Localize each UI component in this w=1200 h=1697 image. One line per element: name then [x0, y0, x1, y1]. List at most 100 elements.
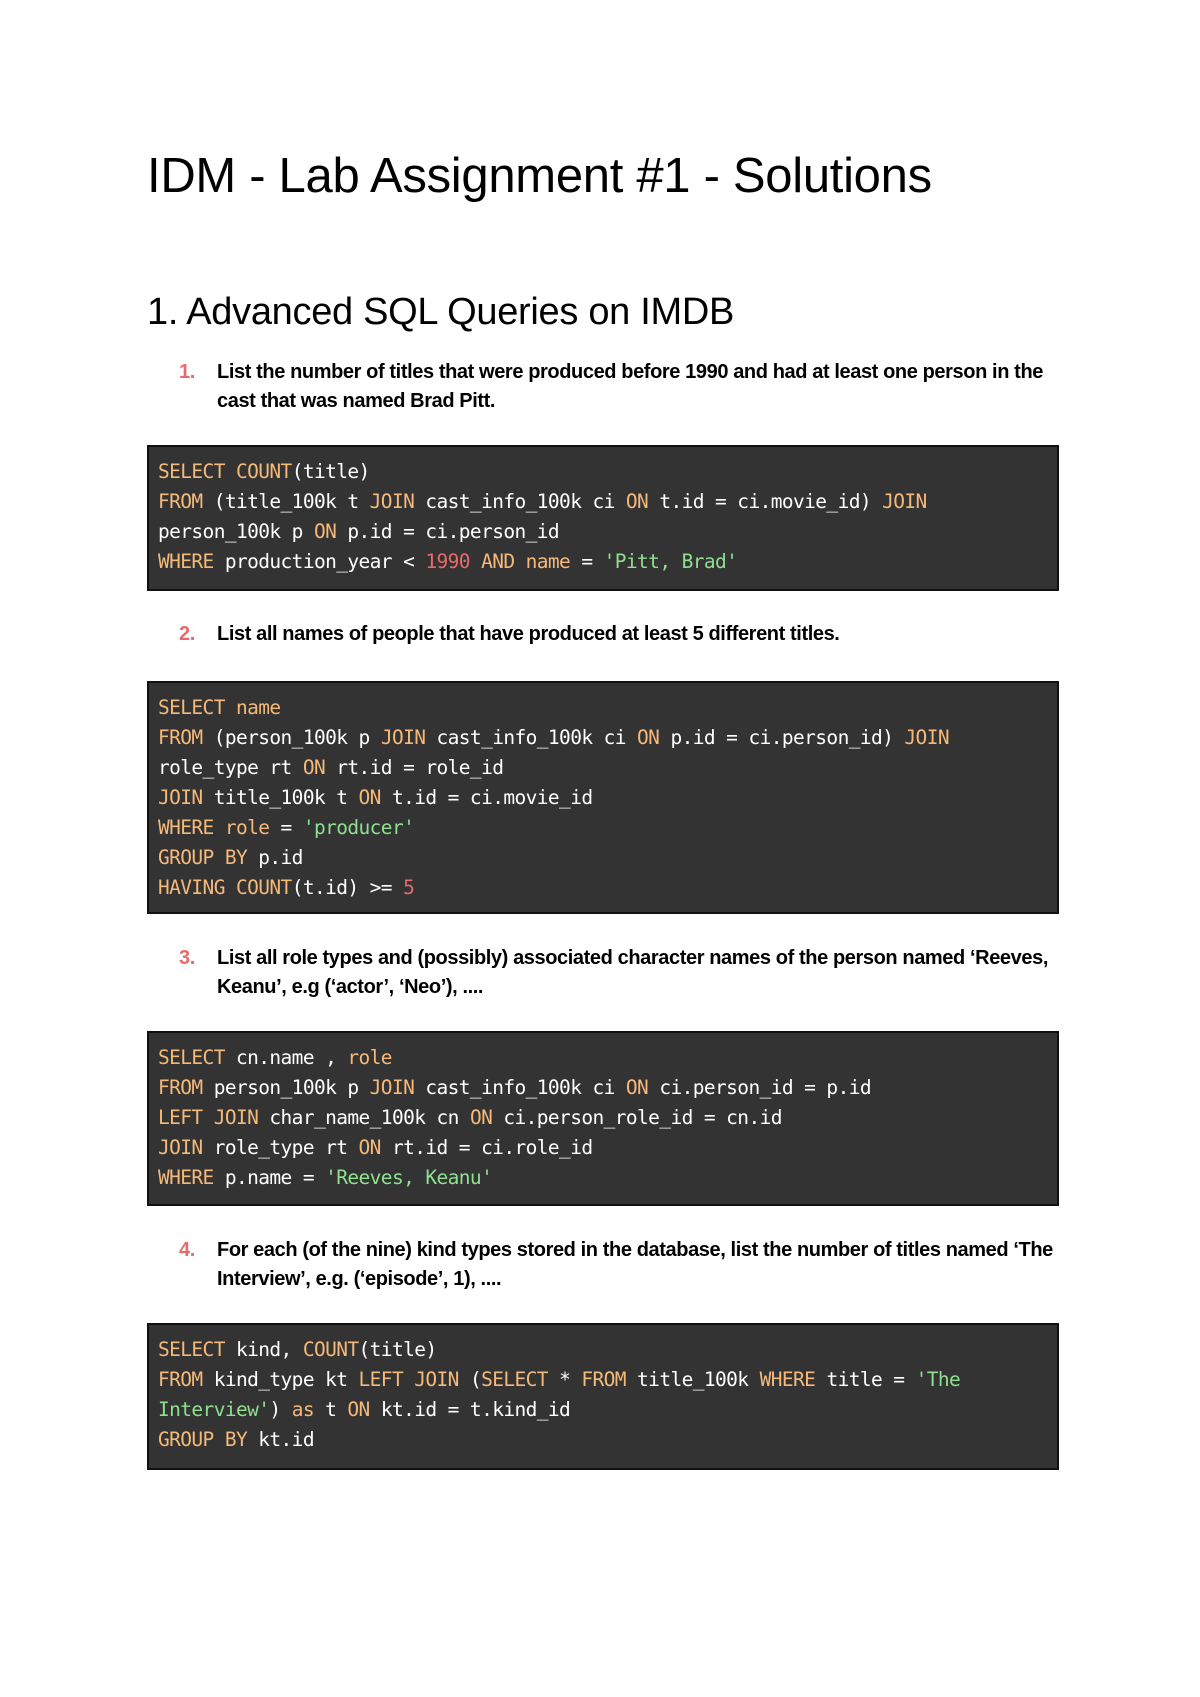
- sql-keyword: COUNT: [302, 1338, 359, 1361]
- question-1: 1. List the number of titles that were p…: [179, 358, 1059, 416]
- section-title: 1. Advanced SQL Queries on IMDB: [147, 291, 735, 333]
- sql-text: person_100k p: [213, 1076, 370, 1099]
- sql-text: title_100k: [637, 1368, 760, 1391]
- document-title: IDM - Lab Assignment #1 - Solutions: [147, 149, 932, 203]
- sql-keyword: HAVING: [158, 876, 236, 899]
- code-line: person_100k p ON p.id = ci.person_id: [158, 517, 1048, 547]
- sql-keyword: COUNT: [235, 460, 292, 483]
- question-2: 2. List all names of people that have pr…: [179, 620, 1059, 649]
- sql-keyword: ON: [637, 726, 671, 749]
- sql-text: t.id = ci.movie_id: [391, 786, 593, 809]
- sql-text: production_year <: [224, 550, 426, 573]
- sql-keyword: ON: [625, 490, 660, 513]
- sql-string: 'producer': [302, 816, 415, 839]
- code-line: WHERE production_year < 1990 AND name = …: [158, 547, 1048, 577]
- sql-keyword: WHERE: [158, 1166, 225, 1189]
- sql-text: (: [469, 1368, 482, 1391]
- question-3: 3. List all role types and (possibly) as…: [179, 944, 1059, 1002]
- sql-text: (title): [358, 1338, 438, 1361]
- question-4: 4. For each (of the nine) kind types sto…: [179, 1236, 1059, 1294]
- question-text: List all names of people that have produ…: [217, 623, 840, 645]
- sql-keyword: AND: [481, 550, 526, 573]
- sql-keyword: ON: [347, 1398, 381, 1421]
- code-line: role_type rt ON rt.id = role_id: [158, 753, 1048, 783]
- sql-text: ci.person_role_id = cn.id: [503, 1106, 782, 1129]
- sql-keyword: JOIN: [882, 490, 927, 513]
- question-number: 3.: [179, 947, 195, 969]
- sql-keyword: FROM: [158, 490, 214, 513]
- sql-text: p.id = ci.person_id): [670, 726, 905, 749]
- sql-text: *: [559, 1368, 582, 1391]
- code-line: SELECT COUNT(title): [158, 457, 1048, 487]
- question-number: 4.: [179, 1239, 195, 1261]
- sql-text: cn.name ,: [235, 1046, 348, 1069]
- sql-keyword: name: [525, 550, 582, 573]
- sql-keyword: SELECT: [158, 460, 236, 483]
- sql-text: t: [325, 1398, 348, 1421]
- code-line: SELECT kind, COUNT(title): [158, 1335, 1048, 1365]
- sql-text: role_type rt: [213, 1136, 359, 1159]
- code-line: SELECT name: [158, 693, 1048, 723]
- question-text: List all role types and (possibly) assoc…: [217, 947, 1048, 998]
- sql-text: ci.person_id = p.id: [659, 1076, 871, 1099]
- sql-keyword: name: [235, 696, 281, 719]
- sql-code-block-3: SELECT cn.name , role FROM person_100k p …: [147, 1031, 1059, 1206]
- sql-keyword: FROM: [581, 1368, 638, 1391]
- sql-code-block-4: SELECT kind, COUNT(title) FROM kind_type …: [147, 1323, 1059, 1470]
- sql-text: t.id = ci.movie_id): [659, 490, 883, 513]
- sql-text: rt.id = ci.role_id: [391, 1136, 593, 1159]
- sql-string: 'Reeves, Keanu': [325, 1166, 493, 1189]
- sql-keyword: JOIN: [380, 726, 437, 749]
- sql-keyword: JOIN: [158, 1136, 214, 1159]
- code-line: WHERE role = 'producer': [158, 813, 1048, 843]
- sql-text: person_100k p: [158, 520, 314, 543]
- sql-text: (title): [291, 460, 371, 483]
- sql-keyword: ON: [469, 1106, 504, 1129]
- sql-text: (person_100k p: [213, 726, 381, 749]
- sql-text: title =: [826, 1368, 916, 1391]
- question-text: For each (of the nine) kind types stored…: [217, 1239, 1053, 1290]
- sql-keyword: SELECT: [481, 1368, 560, 1391]
- sql-text: cast_info_100k ci: [436, 726, 638, 749]
- sql-keyword: ON: [313, 520, 348, 543]
- sql-keyword: GROUP BY: [158, 1428, 259, 1451]
- code-line: GROUP BY kt.id: [158, 1425, 1048, 1455]
- sql-text: char_name_100k cn: [269, 1106, 470, 1129]
- code-line: GROUP BY p.id: [158, 843, 1048, 873]
- sql-keyword: WHERE: [759, 1368, 827, 1391]
- sql-keyword: JOIN: [369, 1076, 426, 1099]
- code-line: SELECT cn.name , role: [158, 1043, 1048, 1073]
- sql-keyword: role: [224, 816, 281, 839]
- code-line: WHERE p.name = 'Reeves, Keanu': [158, 1163, 1048, 1193]
- sql-keyword: LEFT JOIN: [158, 1106, 270, 1129]
- code-line: JOIN role_type rt ON rt.id = ci.role_id: [158, 1133, 1048, 1163]
- code-line: FROM (title_100k t JOIN cast_info_100k c…: [158, 487, 1048, 517]
- question-number: 1.: [179, 361, 195, 383]
- sql-keyword: FROM: [158, 726, 214, 749]
- sql-text: p.id = ci.person_id: [347, 520, 560, 543]
- sql-keyword: FROM: [158, 1076, 214, 1099]
- sql-keyword: role: [347, 1046, 392, 1069]
- code-line: LEFT JOIN char_name_100k cn ON ci.person…: [158, 1103, 1048, 1133]
- question-number: 2.: [179, 623, 195, 645]
- sql-number: 5: [403, 876, 415, 899]
- sql-keyword: SELECT: [158, 1046, 236, 1069]
- sql-keyword: JOIN: [904, 726, 949, 749]
- sql-text: (t.id) >=: [291, 876, 404, 899]
- sql-text: p.name =: [224, 1166, 326, 1189]
- sql-keyword: GROUP BY: [158, 846, 259, 869]
- sql-text: cast_info_100k ci: [425, 490, 626, 513]
- sql-number: 1990: [425, 550, 482, 573]
- sql-text: kt.id = t.kind_id: [380, 1398, 571, 1421]
- sql-string: 'The: [915, 1368, 961, 1391]
- sql-keyword: ON: [358, 786, 392, 809]
- sql-keyword: COUNT: [235, 876, 292, 899]
- sql-text: ): [269, 1398, 292, 1421]
- sql-text: cast_info_100k ci: [425, 1076, 626, 1099]
- sql-keyword: LEFT JOIN: [358, 1368, 470, 1391]
- code-line: Interview') as t ON kt.id = t.kind_id: [158, 1395, 1048, 1425]
- code-line: FROM person_100k p JOIN cast_info_100k c…: [158, 1073, 1048, 1103]
- sql-keyword: ON: [358, 1136, 392, 1159]
- sql-text: p.id: [258, 846, 303, 869]
- question-text: List the number of titles that were prod…: [217, 361, 1043, 412]
